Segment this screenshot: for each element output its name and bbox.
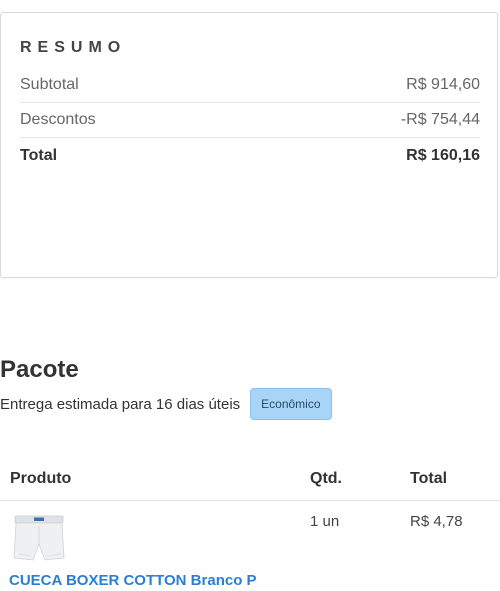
table-divider [0, 500, 500, 501]
checkout-page: RESUMO Subtotal R$ 914,60 Descontos -R$ … [0, 0, 500, 591]
total-value: R$ 160,16 [406, 147, 480, 164]
subtotal-row: Subtotal R$ 914,60 [20, 68, 480, 103]
column-header-qty: Qtd. [310, 470, 342, 487]
discount-label: Descontos [20, 111, 96, 128]
subtotal-label: Subtotal [20, 76, 79, 93]
product-qty: 1 un [310, 513, 340, 530]
column-header-total: Total [410, 470, 448, 487]
product-name-link[interactable]: CUECA BOXER COTTON Branco P [9, 572, 257, 589]
boxer-shorts-icon[interactable] [11, 514, 67, 566]
column-header-product: Produto [10, 470, 72, 487]
summary-title: RESUMO [20, 39, 127, 56]
delivery-text: Entrega estimada para 16 dias úteis [0, 395, 241, 413]
product-total: R$ 4,78 [410, 513, 463, 530]
subtotal-value: R$ 914,60 [406, 76, 480, 93]
package-title: Pacote [0, 356, 79, 383]
discount-row: Descontos -R$ 754,44 [20, 103, 480, 138]
shipping-method-badge: Econômico [250, 388, 332, 420]
delivery-estimate: Entrega estimada para 16 dias úteis Econ… [0, 387, 332, 421]
total-row: Total R$ 160,16 [20, 139, 480, 173]
summary-card: RESUMO Subtotal R$ 914,60 Descontos -R$ … [0, 12, 498, 278]
discount-value: -R$ 754,44 [400, 111, 480, 128]
total-label: Total [20, 147, 58, 164]
